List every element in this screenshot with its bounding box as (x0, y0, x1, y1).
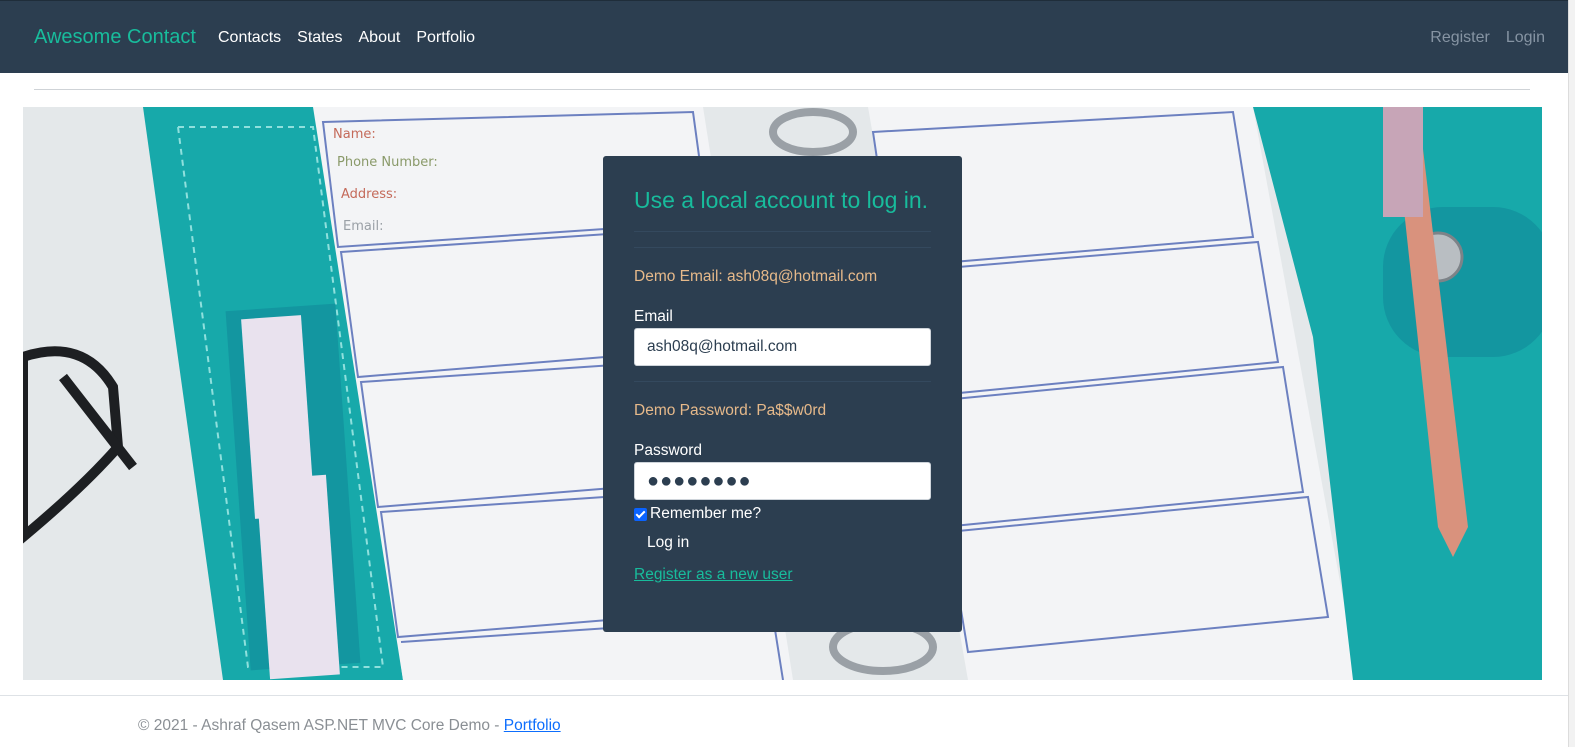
scrollbar[interactable] (1568, 0, 1575, 747)
nav-register[interactable]: Register (1430, 29, 1490, 47)
register-new-user-link[interactable]: Register as a new user (634, 566, 793, 584)
main-nav: Contacts States About Portfolio (218, 29, 475, 47)
divider (34, 89, 1530, 90)
planner-label-address: Address: (341, 187, 398, 202)
remember-checkbox[interactable] (634, 507, 647, 521)
login-title: Use a local account to log in. (634, 187, 929, 213)
nav-contacts[interactable]: Contacts (218, 29, 281, 47)
nav-about[interactable]: About (359, 29, 401, 47)
planner-label-email: Email: (343, 219, 384, 234)
card-divider (634, 381, 931, 382)
brand-link[interactable]: Awesome Contact (34, 26, 196, 49)
remember-me[interactable]: Remember me? (634, 505, 761, 523)
planner-label-name: Name: (333, 127, 376, 142)
demo-email-hint: Demo Email: ash08q@hotmail.com (634, 268, 878, 285)
demo-password-hint: Demo Password: Pa$$w0rd (634, 402, 827, 419)
card-divider (634, 231, 931, 232)
footer-portfolio-link[interactable]: Portfolio (504, 717, 561, 734)
nav-states[interactable]: States (297, 29, 342, 47)
planner-label-phone: Phone Number: (337, 155, 438, 170)
nav-portfolio[interactable]: Portfolio (416, 29, 475, 47)
email-label: Email (634, 308, 673, 325)
footer-divider (0, 695, 1568, 696)
email-field[interactable]: ash08q@hotmail.com (634, 328, 931, 366)
password-field[interactable]: ●●●●●●●● (634, 462, 931, 500)
navbar: Awesome Contact Contacts States About Po… (0, 0, 1568, 73)
footer: © 2021 - Ashraf Qasem ASP.NET MVC Core D… (138, 717, 561, 735)
auth-nav: Register Login (1430, 29, 1545, 47)
password-label: Password (634, 442, 703, 459)
remember-label: Remember me? (650, 505, 762, 522)
card-divider (634, 247, 931, 248)
login-button[interactable]: Log in (634, 530, 702, 556)
footer-text: © 2021 - Ashraf Qasem ASP.NET MVC Core D… (138, 717, 504, 734)
nav-login[interactable]: Login (1506, 29, 1545, 47)
login-card: Use a local account to log in. Demo Emai… (603, 156, 962, 632)
